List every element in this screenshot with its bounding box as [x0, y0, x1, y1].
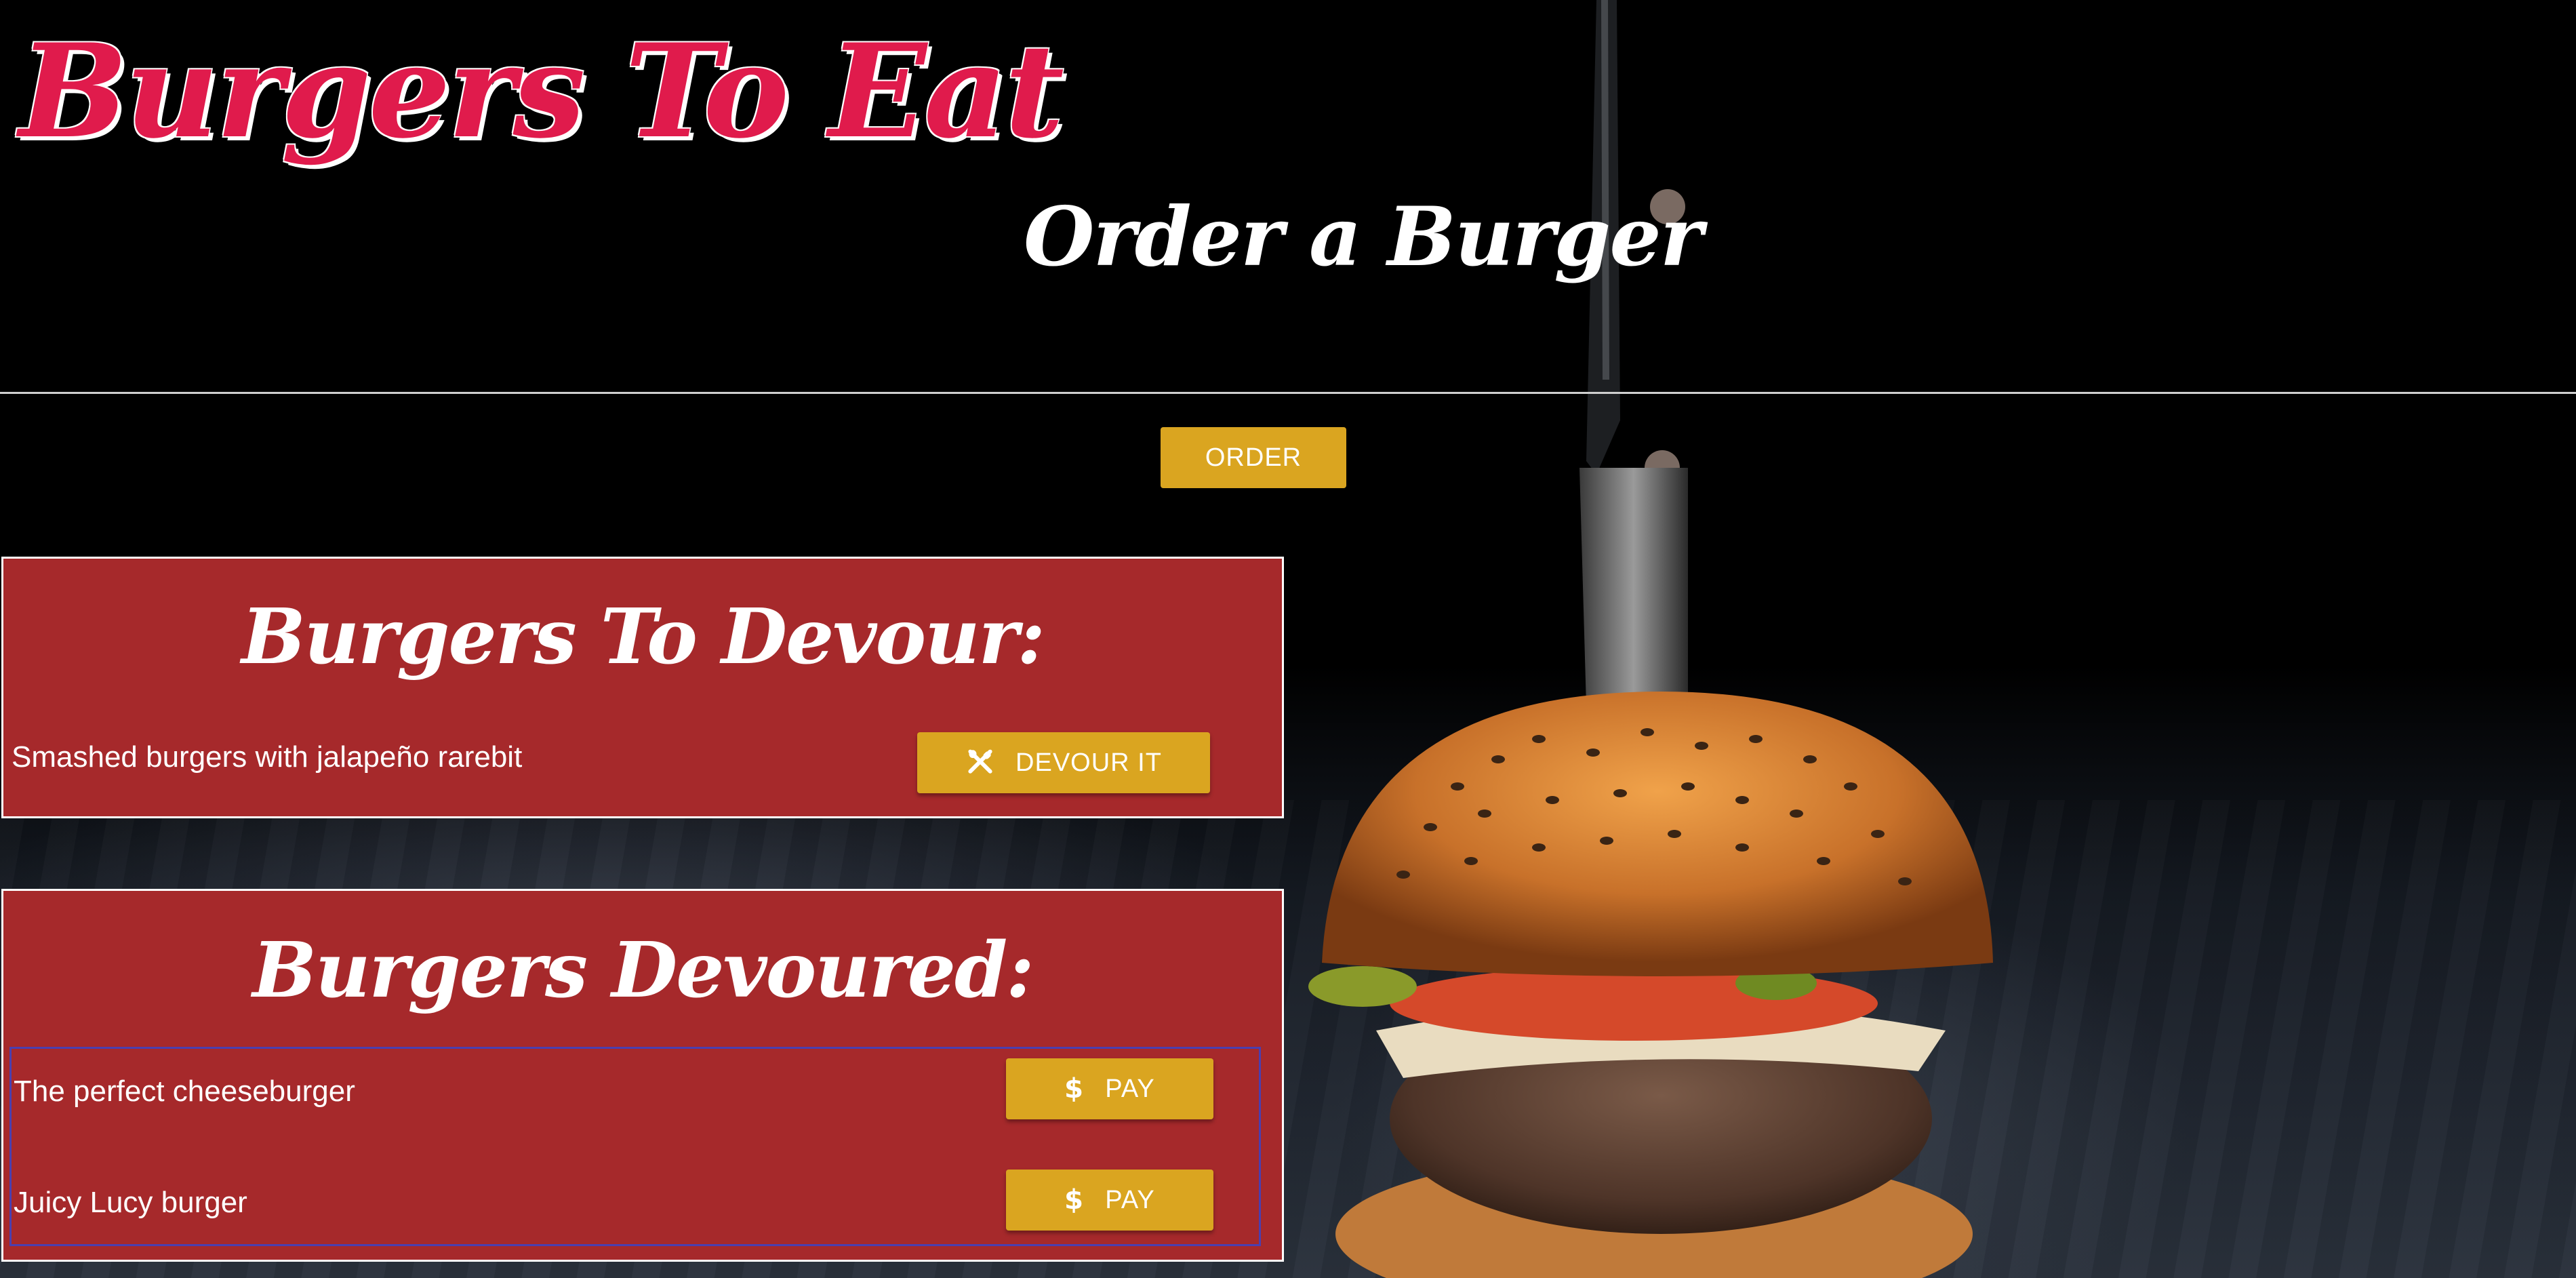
devoured-heading: Burgers Devoured: [252, 926, 1034, 1015]
page: Burgers To Eat Order a Burger ORDER Burg… [0, 0, 2576, 1278]
devoured-list: The perfect cheeseburger $ PAY Juicy Luc… [9, 1047, 1261, 1246]
pay-label: PAY [1105, 1074, 1155, 1103]
svg-text:$: $ [1064, 1074, 1085, 1104]
burger-name: Juicy Lucy burger [14, 1186, 247, 1219]
svg-text:$: $ [1064, 1185, 1085, 1215]
devour-it-label: DEVOUR IT [1015, 748, 1162, 777]
page-title: Order a Burger [1024, 189, 1703, 285]
dollar-icon: $ [1064, 1185, 1085, 1215]
pay-label: PAY [1105, 1185, 1155, 1214]
devoured-panel: Burgers Devoured: The perfect cheeseburg… [1, 889, 1284, 1262]
order-button[interactable]: ORDER [1161, 427, 1346, 488]
site-logo[interactable]: Burgers To Eat [19, 27, 1064, 156]
devour-it-button[interactable]: DEVOUR IT [917, 732, 1210, 793]
pay-button[interactable]: $ PAY [1006, 1170, 1213, 1231]
pay-button[interactable]: $ PAY [1006, 1058, 1213, 1119]
order-button-label: ORDER [1205, 443, 1302, 472]
burger-name: The perfect cheeseburger [14, 1075, 355, 1108]
burger-name: Smashed burgers with jalapeño rarebit [12, 740, 523, 774]
undevoured-panel: Burgers To Devour: Smashed burgers with … [1, 557, 1284, 818]
dollar-icon: $ [1064, 1074, 1085, 1104]
undevoured-heading: Burgers To Devour: [241, 593, 1045, 681]
header-divider [0, 392, 2576, 394]
fork-knife-icon [965, 748, 995, 778]
